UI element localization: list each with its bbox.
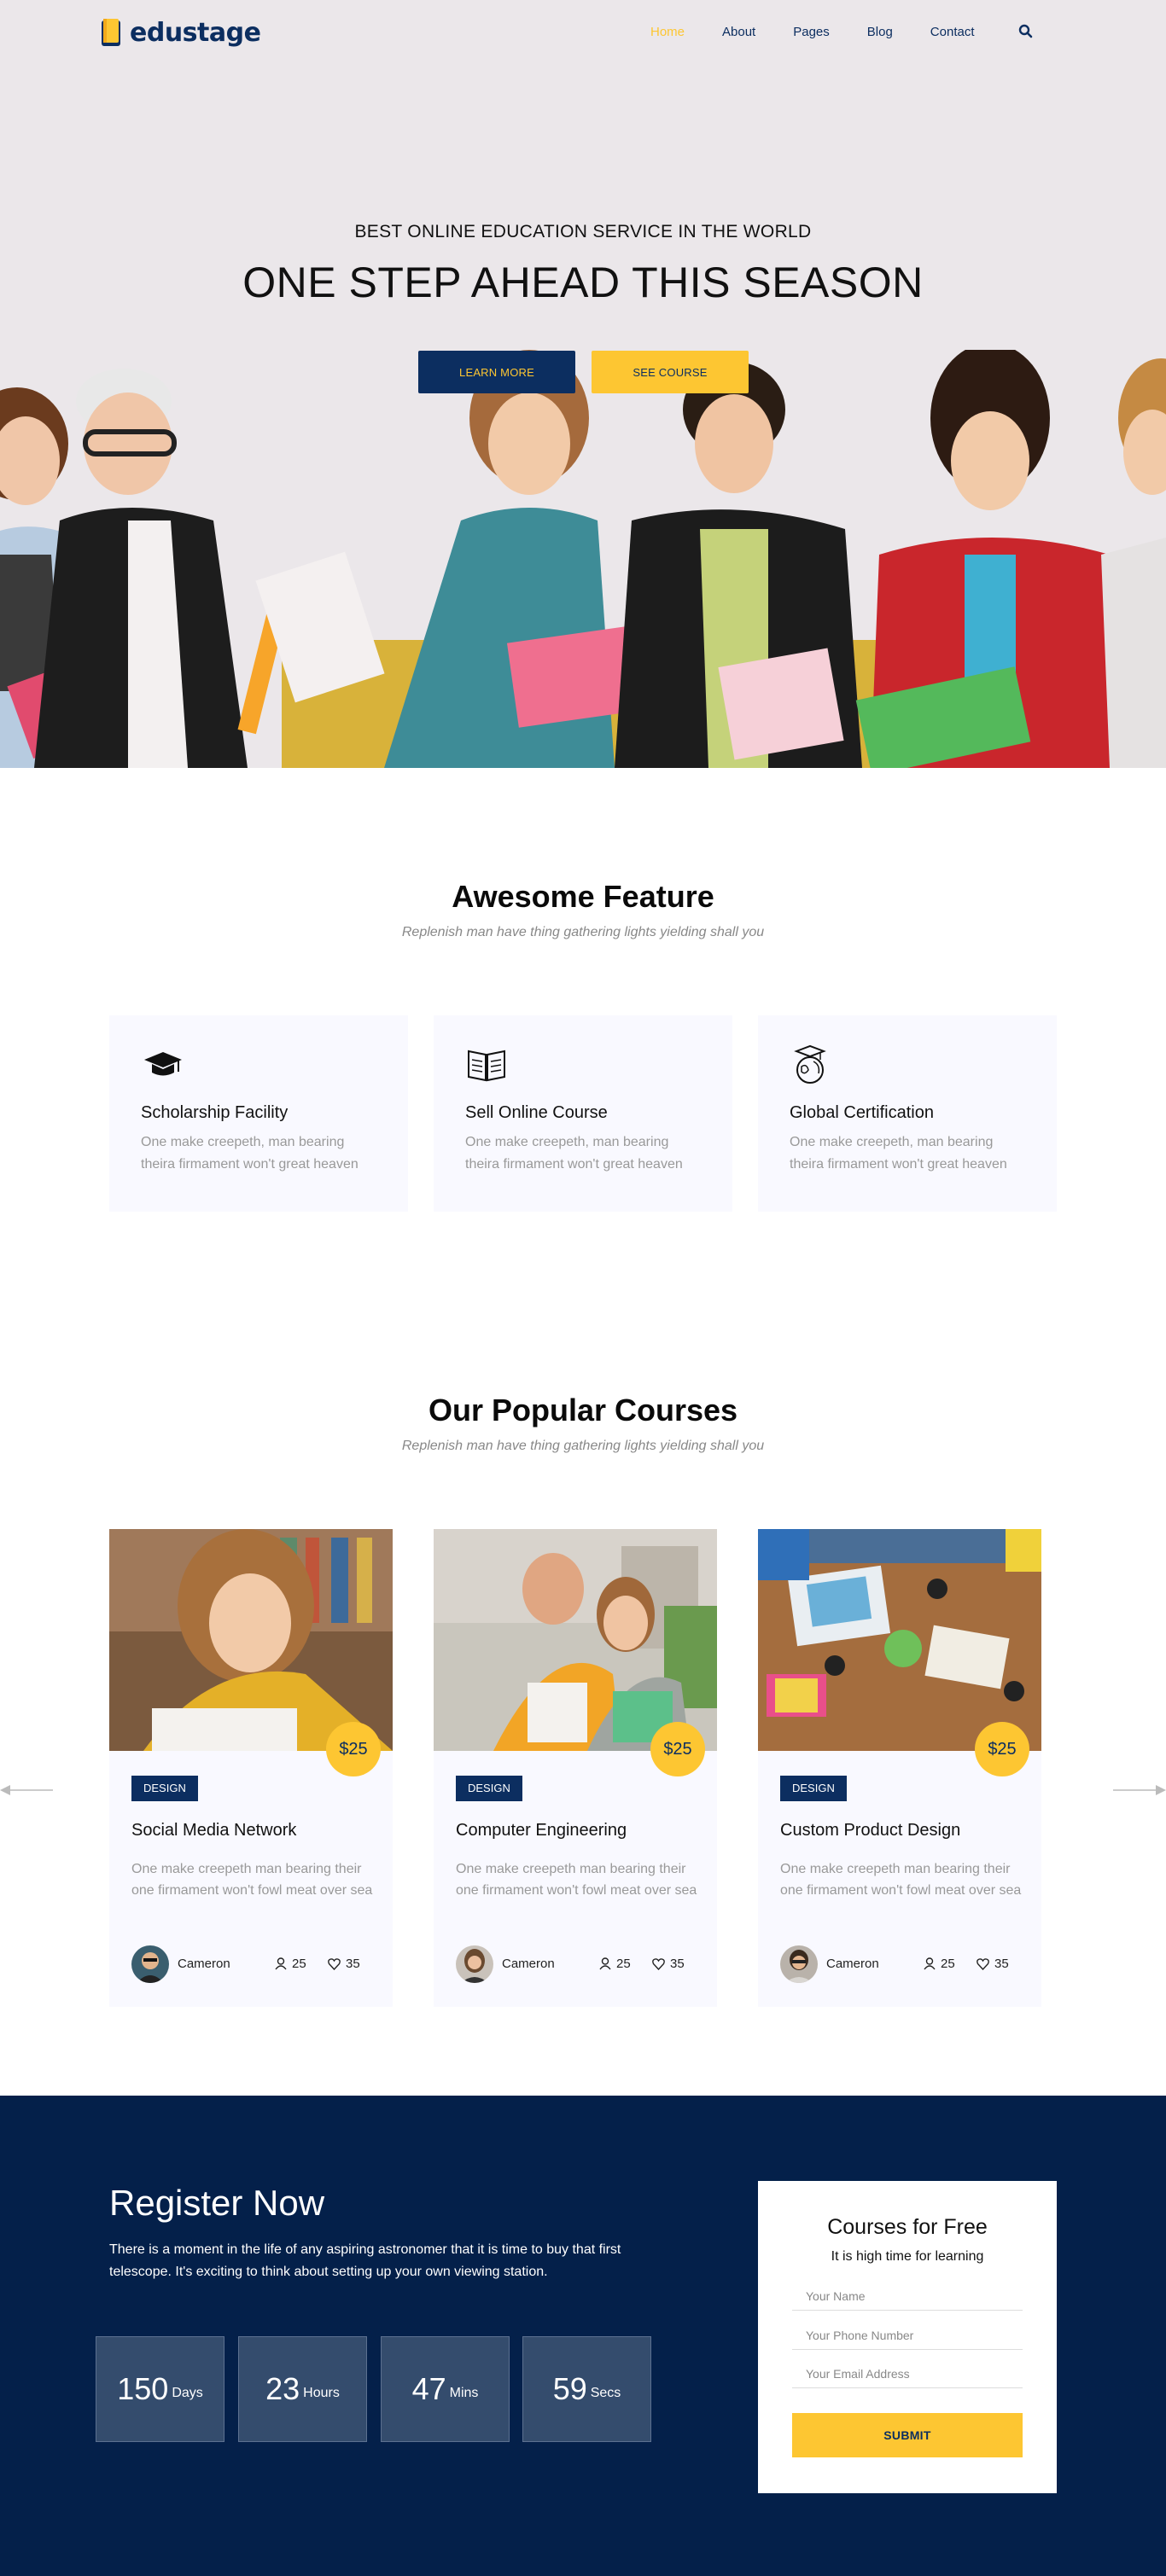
author-name[interactable]: Cameron bbox=[826, 1957, 879, 1971]
name-field[interactable] bbox=[792, 2282, 1023, 2311]
course-card[interactable]: $25 DESIGN Custom Product Design One mak… bbox=[758, 1529, 1041, 2007]
feature-card: Sell Online Course One make creepeth, ma… bbox=[434, 1015, 732, 1212]
course-title[interactable]: Custom Product Design bbox=[780, 1821, 960, 1840]
next-arrow-icon[interactable] bbox=[1111, 1783, 1166, 1797]
likes-count[interactable]: 35 bbox=[328, 1957, 360, 1971]
book-logo-icon bbox=[102, 19, 120, 46]
feature-title: Global Certification bbox=[790, 1103, 934, 1122]
course-image bbox=[109, 1529, 393, 1751]
features-subtitle: Replenish man have thing gathering light… bbox=[401, 925, 765, 939]
graduate-globe-icon bbox=[794, 1044, 826, 1084]
heart-icon bbox=[652, 1957, 665, 1970]
countdown-days: 150 Days bbox=[96, 2336, 224, 2442]
feature-text: One make creepeth, man bearing theira fi… bbox=[790, 1135, 1007, 1172]
see-course-button[interactable]: SEE COURSE bbox=[592, 351, 749, 393]
nav-home[interactable]: Home bbox=[650, 25, 685, 39]
countdown-hours: 23 Hours bbox=[238, 2336, 367, 2442]
courses-title: Our Popular Courses bbox=[428, 1393, 738, 1428]
course-title[interactable]: Computer Engineering bbox=[456, 1821, 627, 1840]
heart-icon bbox=[328, 1957, 341, 1970]
students-reading-image bbox=[0, 350, 1166, 768]
main-menu: Home About Pages Blog Contact bbox=[650, 25, 1012, 39]
price-badge: $25 bbox=[650, 1722, 705, 1776]
heart-icon bbox=[977, 1957, 989, 1970]
course-title[interactable]: Social Media Network bbox=[131, 1821, 296, 1840]
user-icon bbox=[275, 1957, 287, 1970]
countdown-mins: 47 Mins bbox=[381, 2336, 510, 2442]
hero-subtitle: BEST ONLINE EDUCATION SERVICE IN THE WOR… bbox=[354, 222, 812, 241]
feature-title: Sell Online Course bbox=[465, 1103, 608, 1122]
register-title: Register Now bbox=[109, 2183, 325, 2223]
form-title: Courses for Free bbox=[827, 2215, 988, 2239]
features-title: Awesome Feature bbox=[452, 879, 714, 914]
course-card[interactable]: $25 DESIGN Computer Engineering One make… bbox=[434, 1529, 717, 2007]
feature-text: One make creepeth, man bearing theira fi… bbox=[141, 1135, 359, 1172]
avatar bbox=[456, 1945, 493, 1983]
graduation-cap-icon bbox=[144, 1052, 182, 1076]
prev-arrow-icon[interactable] bbox=[0, 1783, 55, 1797]
user-icon bbox=[924, 1957, 936, 1970]
feature-card: Scholarship Facility One make creepeth, … bbox=[109, 1015, 408, 1212]
avatar bbox=[780, 1945, 818, 1983]
author-name[interactable]: Cameron bbox=[502, 1957, 555, 1971]
price-badge: $25 bbox=[326, 1722, 381, 1776]
register-text: There is a moment in the life of any asp… bbox=[109, 2242, 621, 2279]
top-navigation: edustage Home About Pages Blog Contact bbox=[0, 0, 1166, 67]
course-text: One make creepeth man bearing their one … bbox=[780, 1862, 1022, 1898]
students-count: 25 bbox=[599, 1957, 631, 1971]
brand-logo[interactable]: edustage bbox=[101, 17, 261, 48]
user-icon bbox=[599, 1957, 611, 1970]
nav-pages[interactable]: Pages bbox=[793, 25, 830, 39]
avatar bbox=[131, 1945, 169, 1983]
category-tag[interactable]: DESIGN bbox=[131, 1776, 198, 1801]
course-text: One make creepeth man bearing their one … bbox=[131, 1862, 373, 1898]
submit-button[interactable]: SUBMIT bbox=[792, 2413, 1023, 2457]
author-name[interactable]: Cameron bbox=[178, 1957, 230, 1971]
register-section: Register Now There is a moment in the li… bbox=[0, 2096, 1166, 2576]
course-meta: Cameron 25 35 bbox=[131, 1945, 370, 1983]
feature-title: Scholarship Facility bbox=[141, 1103, 289, 1122]
course-text: One make creepeth man bearing their one … bbox=[456, 1862, 697, 1898]
email-field[interactable] bbox=[792, 2359, 1023, 2388]
search-icon[interactable] bbox=[1017, 23, 1035, 40]
countdown-secs: 59 Secs bbox=[522, 2336, 651, 2442]
students-count: 25 bbox=[275, 1957, 306, 1971]
form-subtitle: It is high time for learning bbox=[831, 2249, 984, 2264]
course-meta: Cameron 25 35 bbox=[456, 1945, 695, 1983]
hero-title: ONE STEP AHEAD THIS SEASON bbox=[242, 259, 924, 306]
course-image bbox=[434, 1529, 717, 1751]
category-tag[interactable]: DESIGN bbox=[780, 1776, 847, 1801]
brand-name: edustage bbox=[130, 17, 261, 48]
nav-contact[interactable]: Contact bbox=[930, 25, 975, 39]
hero-banner: edustage Home About Pages Blog Contact B… bbox=[0, 0, 1166, 768]
price-badge: $25 bbox=[975, 1722, 1029, 1776]
open-book-icon bbox=[468, 1050, 505, 1082]
likes-count[interactable]: 35 bbox=[652, 1957, 685, 1971]
course-meta: Cameron 25 35 bbox=[780, 1945, 1019, 1983]
likes-count[interactable]: 35 bbox=[977, 1957, 1009, 1971]
nav-blog[interactable]: Blog bbox=[867, 25, 893, 39]
phone-field[interactable] bbox=[792, 2321, 1023, 2350]
course-card[interactable]: $25 DESIGN Social Media Network One make… bbox=[109, 1529, 393, 2007]
category-tag[interactable]: DESIGN bbox=[456, 1776, 522, 1801]
learn-more-button[interactable]: LEARN MORE bbox=[418, 351, 575, 393]
feature-text: One make creepeth, man bearing theira fi… bbox=[465, 1135, 683, 1172]
students-count: 25 bbox=[924, 1957, 955, 1971]
free-course-form: Courses for Free It is high time for lea… bbox=[758, 2181, 1057, 2493]
nav-about[interactable]: About bbox=[722, 25, 755, 39]
feature-card: Global Certification One make creepeth, … bbox=[758, 1015, 1057, 1212]
course-image bbox=[758, 1529, 1041, 1751]
courses-subtitle: Replenish man have thing gathering light… bbox=[401, 1439, 765, 1453]
